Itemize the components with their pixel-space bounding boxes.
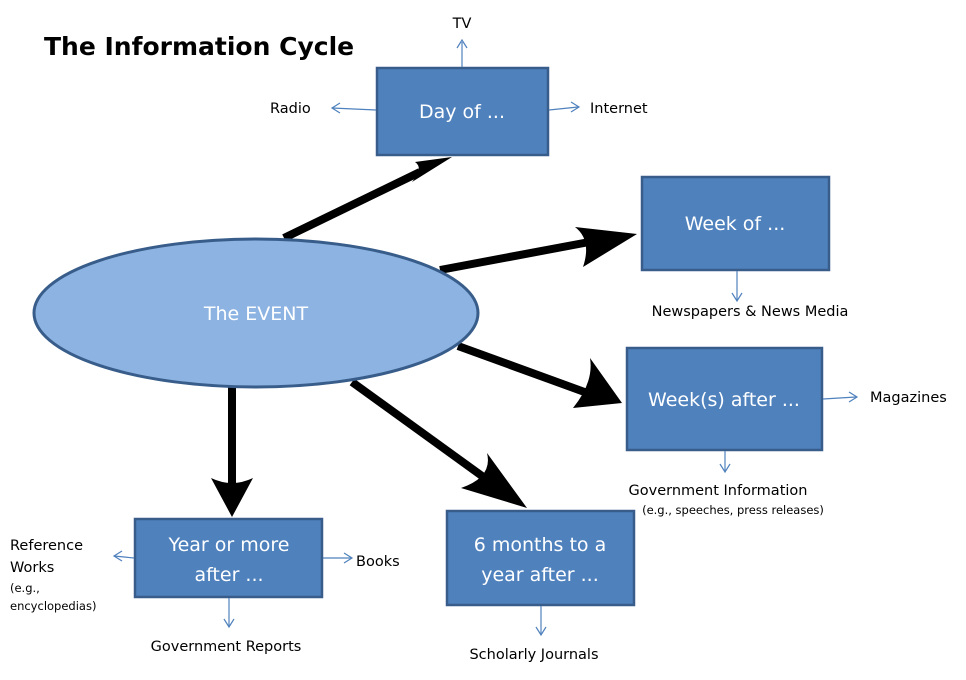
output-label: Government Information: [629, 483, 808, 499]
output-label: TV: [452, 16, 472, 32]
output-note-line-1: (e.g.,: [10, 581, 40, 595]
output-label: Government Reports: [151, 639, 302, 655]
stage-six-months: 6 months to a year after ... Scholarly J…: [445, 509, 636, 663]
diagram-title: The Information Cycle: [44, 32, 354, 61]
output-note-line-2: encyclopedias): [10, 599, 96, 613]
output-label-line-1: Reference: [10, 538, 83, 554]
event-node: The EVENT: [32, 237, 480, 389]
output-magazines: Magazines: [822, 390, 947, 406]
output-government-reports: Government Reports: [151, 598, 302, 655]
output-label: Books: [356, 554, 400, 570]
event-label: The EVENT: [203, 303, 309, 325]
output-label: Radio: [270, 101, 311, 117]
output-label: Magazines: [870, 390, 947, 406]
output-note: (e.g., speeches, press releases): [642, 503, 824, 517]
output-reference-works: Reference Works (e.g., encyclopedias): [10, 538, 135, 613]
output-government-information: Government Information (e.g., speeches, …: [629, 451, 824, 517]
arrow-to-week-of: [439, 227, 637, 274]
arrow-to-day-of: [282, 157, 452, 242]
output-label: Newspapers & News Media: [652, 304, 849, 320]
arrow-to-six-months: [349, 378, 527, 508]
stage-weeks-after: Week(s) after ... Magazines Government I…: [625, 346, 947, 517]
stage-label: Week(s) after ...: [648, 389, 800, 411]
arrow-head-year-or-more: [211, 478, 253, 517]
stage-label: Week of ...: [685, 213, 786, 235]
stage-label-line-2: after ...: [194, 564, 263, 586]
output-label: Scholarly Journals: [469, 647, 598, 663]
stage-label-line-1: Year or more: [168, 534, 290, 556]
stage-box: [445, 509, 636, 607]
stage-label: Day of ...: [419, 101, 505, 123]
output-newspapers: Newspapers & News Media: [652, 271, 849, 320]
arrow-to-year-or-more: [211, 387, 253, 517]
stage-year-or-more: Year or more after ... Books Government …: [10, 517, 400, 655]
stage-label-line-1: 6 months to a: [474, 534, 607, 556]
output-tv: TV: [452, 16, 472, 67]
arrow-head-weeks-after: [573, 358, 622, 408]
stage-label-line-2: year after ...: [481, 564, 599, 586]
arrow-head-six-months: [461, 453, 527, 508]
output-label: Internet: [590, 101, 648, 117]
stage-week-of: Week of ... Newspapers & News Media: [640, 175, 849, 320]
output-books: Books: [323, 552, 400, 570]
output-internet: Internet: [548, 101, 648, 117]
output-label-line-2: Works: [10, 560, 54, 576]
information-cycle-diagram: The Information Cycle The EVENT Day of .…: [10, 16, 947, 663]
arrow-to-weeks-after: [456, 342, 622, 408]
output-scholarly-journals: Scholarly Journals: [469, 606, 599, 663]
output-radio: Radio: [270, 101, 377, 117]
